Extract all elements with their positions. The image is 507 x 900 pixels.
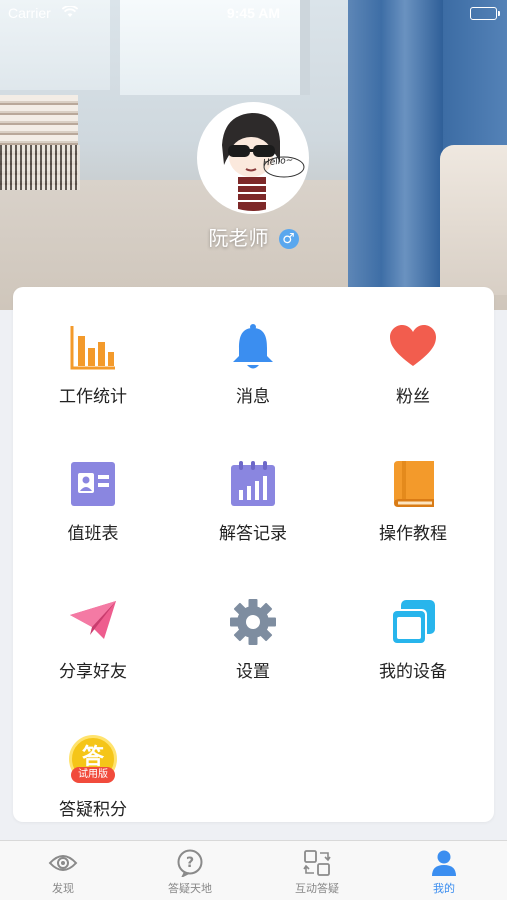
svg-text:?: ? — [186, 855, 194, 871]
tab-bar: 发现 ? 答疑天地 互动答疑 我的 — [0, 840, 507, 900]
clock: 9:45 AM — [226, 5, 281, 21]
menu-item-label: 值班表 — [67, 524, 119, 544]
trial-badge: 试用版 — [71, 767, 115, 783]
qa-coin-icon: 答 试用版 — [68, 735, 118, 785]
windows-icon — [391, 600, 435, 645]
tab-label: 发现 — [52, 882, 74, 895]
tab-qa-world[interactable]: ? 答疑天地 — [127, 841, 253, 900]
book-icon — [394, 461, 434, 507]
menu-item-label: 解答记录 — [219, 524, 287, 544]
paper-plane-icon — [70, 601, 116, 639]
menu-card: 工作统计 消息 粉丝 值班表 解答记录 操作教程 分享好友 设置 我的设备 答 … — [13, 287, 494, 822]
status-bar: Carrier 9:45 AM — [0, 0, 507, 28]
menu-item-fans[interactable]: 粉丝 — [333, 322, 493, 407]
calendar-chart-icon — [231, 461, 275, 506]
background-books-pages — [0, 145, 80, 190]
id-card-icon — [71, 462, 115, 506]
menu-item-tutorial[interactable]: 操作教程 — [333, 459, 493, 544]
gear-icon — [230, 599, 276, 645]
battery-icon — [470, 7, 500, 20]
username: 阮老师 — [208, 226, 269, 250]
menu-item-work-stats[interactable]: 工作统计 — [13, 322, 173, 407]
bell-icon — [233, 324, 273, 369]
menu-item-label: 设置 — [236, 662, 270, 682]
menu-item-label: 粉丝 — [396, 387, 430, 407]
username-row: 阮老师 ♂ — [0, 222, 507, 251]
eye-icon — [48, 855, 78, 871]
menu-item-label: 操作教程 — [379, 524, 447, 544]
menu-grid: 工作统计 消息 粉丝 值班表 解答记录 操作教程 分享好友 设置 我的设备 答 … — [13, 287, 494, 822]
question-bubble-icon: ? — [177, 849, 203, 877]
menu-item-label: 消息 — [236, 387, 270, 407]
menu-item-label: 答疑积分 — [59, 800, 127, 820]
heart-icon — [390, 325, 436, 366]
menu-item-share-friends[interactable]: 分享好友 — [13, 597, 173, 682]
tab-interactive-qa[interactable]: 互动答疑 — [254, 841, 380, 900]
menu-item-settings[interactable]: 设置 — [173, 597, 333, 682]
background-chair — [440, 145, 507, 295]
menu-item-label: 工作统计 — [59, 387, 127, 407]
tab-label: 答疑天地 — [168, 882, 212, 895]
tab-mine[interactable]: 我的 — [381, 841, 507, 900]
menu-item-qa-points[interactable]: 答 试用版 答疑积分 — [13, 735, 173, 820]
menu-item-messages[interactable]: 消息 — [173, 322, 333, 407]
background-curtain — [348, 0, 443, 310]
menu-item-duty-schedule[interactable]: 值班表 — [13, 459, 173, 544]
tab-label: 我的 — [433, 882, 455, 895]
menu-item-my-devices[interactable]: 我的设备 — [333, 597, 493, 682]
menu-item-label: 我的设备 — [379, 662, 447, 682]
menu-item-label: 分享好友 — [59, 662, 127, 682]
tab-discover[interactable]: 发现 — [0, 841, 126, 900]
bar-chart-icon — [70, 326, 115, 370]
person-icon — [432, 850, 456, 876]
menu-item-answer-records[interactable]: 解答记录 — [173, 459, 333, 544]
exchange-icon — [303, 850, 331, 876]
tab-label: 互动答疑 — [295, 882, 339, 895]
male-gender-icon: ♂ — [278, 229, 299, 249]
